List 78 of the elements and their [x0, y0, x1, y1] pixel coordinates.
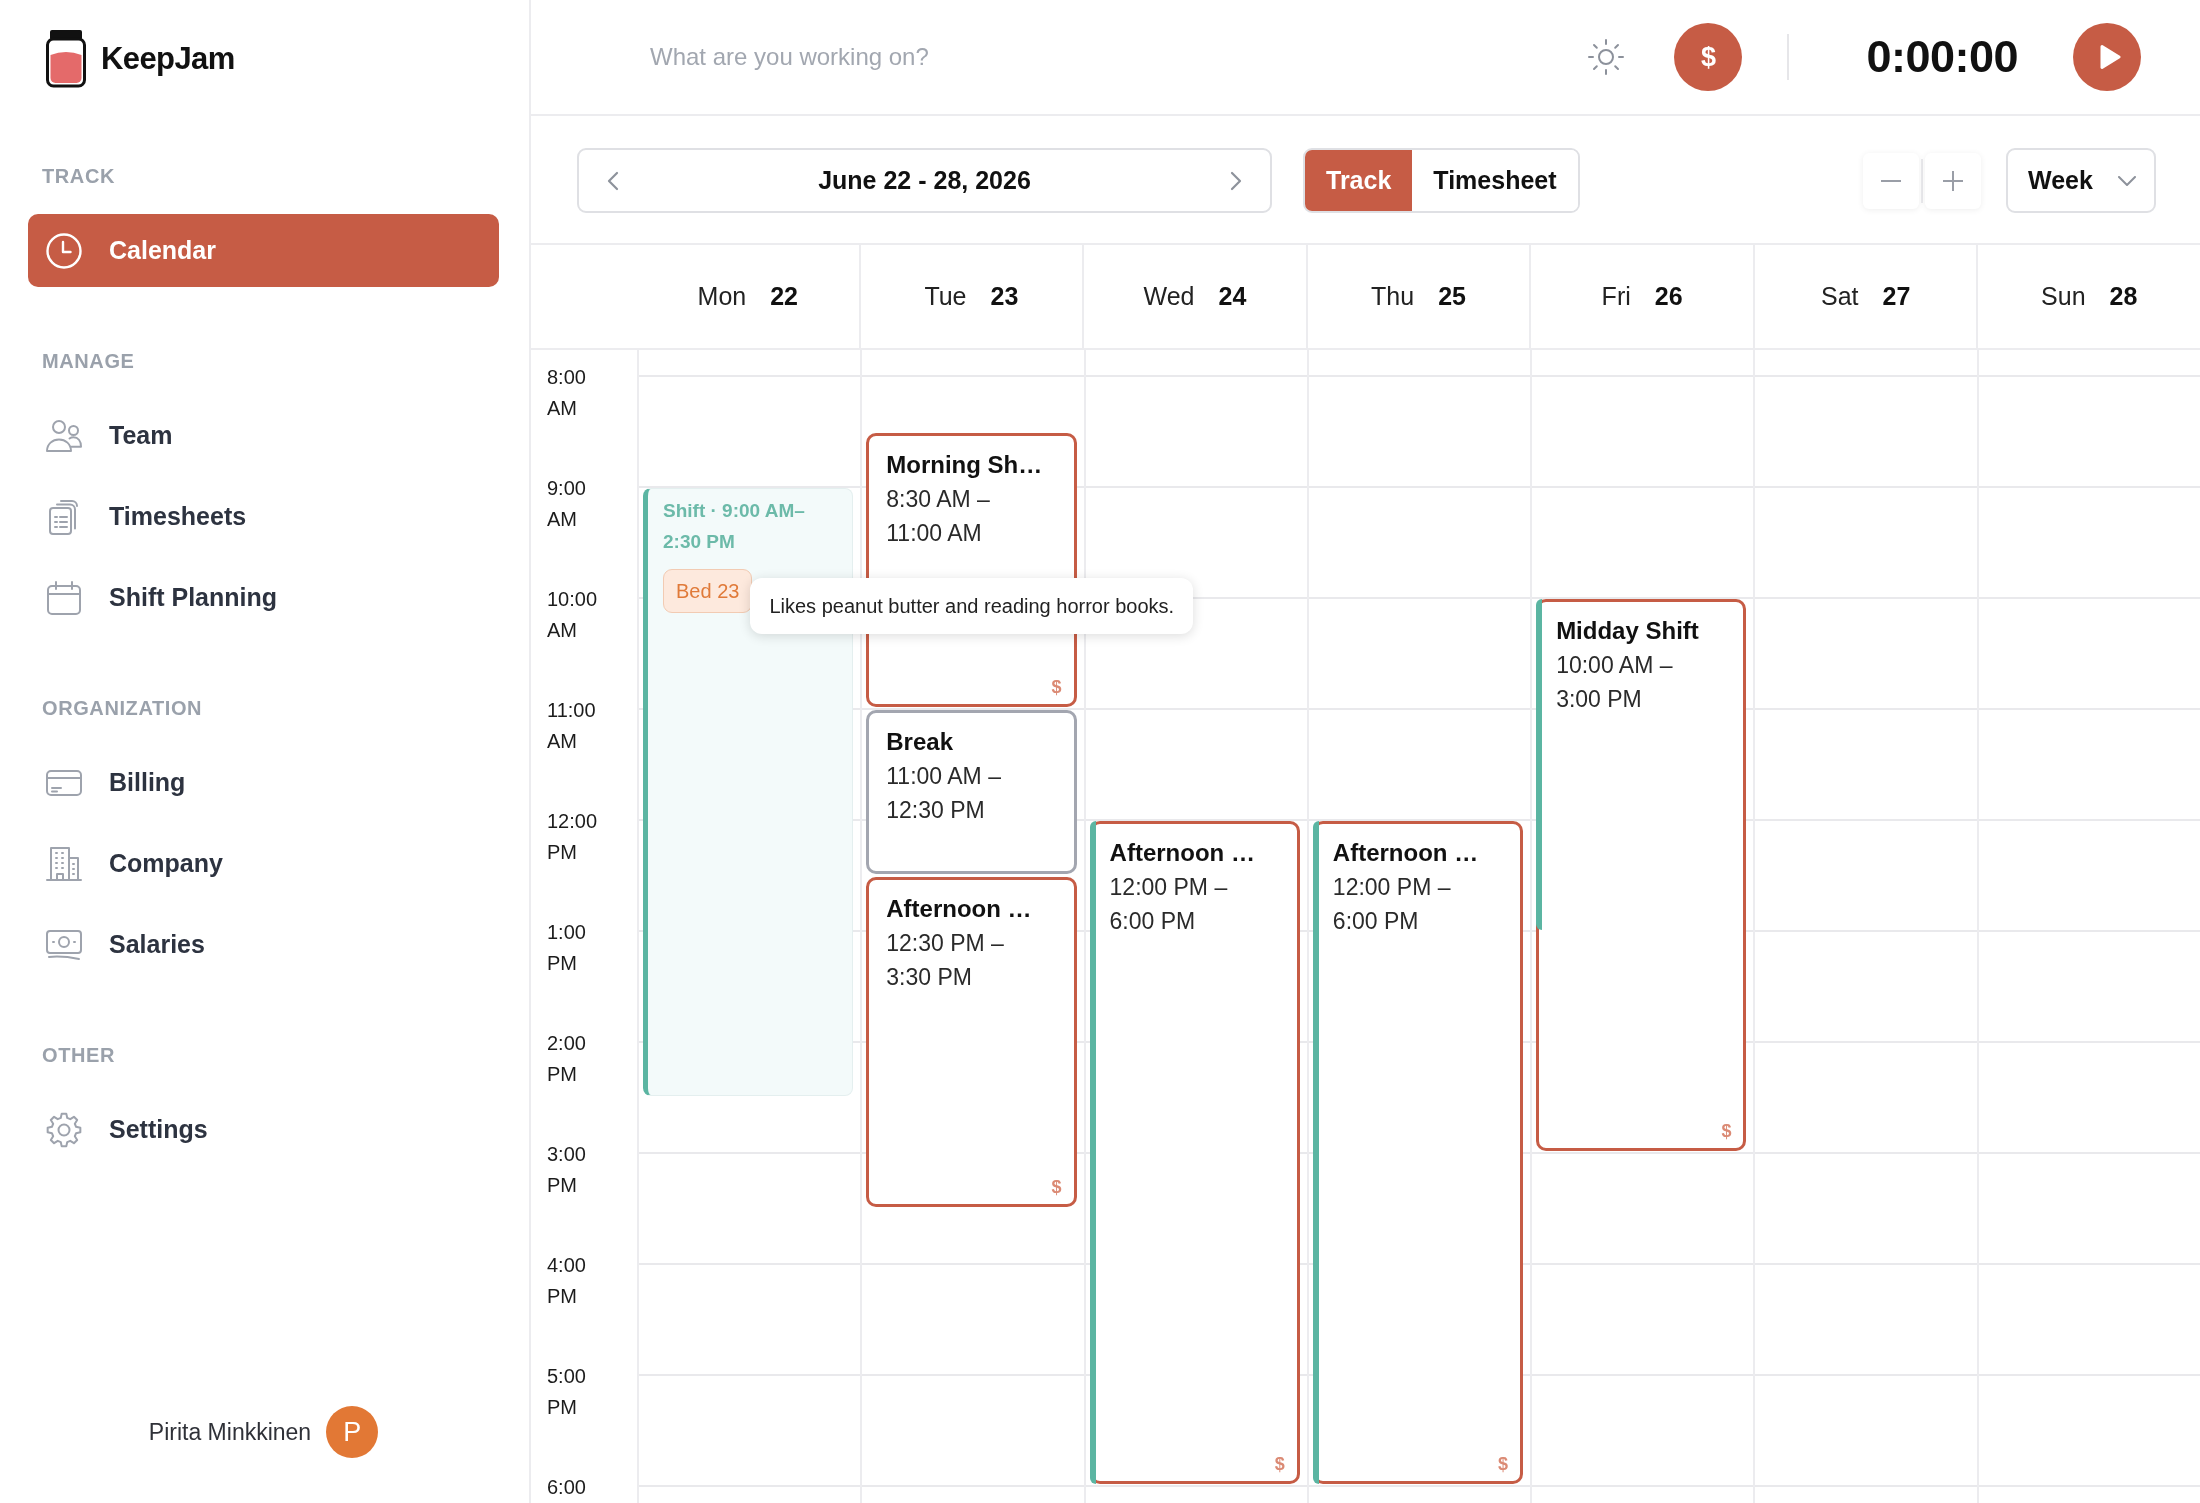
nav-item[interactable]: Settings — [28, 1093, 499, 1166]
entry-time: 12:00 PM – 6:00 PM — [1332, 873, 1452, 936]
day-date: 25 — [1438, 282, 1466, 311]
day-date: 23 — [990, 282, 1019, 311]
hour-label: 3:00 PM — [547, 1142, 587, 1198]
nav-item[interactable]: Team — [28, 399, 499, 472]
building-icon — [45, 844, 83, 883]
day-date: 28 — [2109, 282, 2138, 311]
chevron-right-icon — [1230, 170, 1242, 191]
entry-time: 11:00 AM – 12:30 PM — [886, 762, 1002, 825]
nav-item[interactable]: Shift Planning — [28, 561, 499, 634]
search-field[interactable]: What are you working on? — [650, 37, 1568, 77]
section-heading: OTHER — [42, 1043, 116, 1067]
entry-title: Midday Shift — [1556, 616, 1700, 646]
day-name: Thu — [1371, 282, 1415, 311]
hour-label: 11:00 AM — [547, 698, 597, 754]
section-heading: TRACK — [42, 164, 116, 188]
nav-item[interactable]: Billing — [28, 746, 499, 819]
entry-title: Morning Sh… — [886, 449, 1044, 480]
billable-mark: $ — [1721, 1121, 1732, 1142]
hour-label: 9:00 AM — [547, 476, 587, 532]
nav-item[interactable]: Calendar — [28, 214, 499, 287]
hour-label: 10:00 AM — [547, 587, 599, 643]
billable-mark: $ — [1498, 1454, 1509, 1475]
date-range-label: June 22 - 28, 2026 — [818, 166, 1031, 195]
timer-display: 0:00:00 — [1866, 31, 2018, 83]
day-name: Sat — [1821, 282, 1859, 311]
time-entry-card[interactable]: Afternoon … 12:30 PM – 3:30 PM $ — [866, 876, 1077, 1207]
entry-time: 10:00 AM – 3:00 PM — [1556, 651, 1674, 714]
billable-mark: $ — [1051, 677, 1062, 698]
entry-title: Afternoon … — [886, 893, 1033, 924]
hour-label: 5:00 PM — [547, 1364, 587, 1420]
chevron-down-icon — [2118, 175, 2136, 186]
time-entry-card[interactable]: Midday Shift 10:00 AM – 3:00 PM $ — [1536, 599, 1747, 1151]
time-entry-card[interactable]: Afternoon … 12:00 PM – 6:00 PM $ — [1312, 821, 1524, 1484]
day-name: Tue — [924, 282, 967, 311]
view-tab[interactable]: Track — [1305, 150, 1413, 211]
clock-icon — [45, 231, 83, 270]
day-name: Fri — [1601, 282, 1631, 311]
plus-icon — [1943, 170, 1963, 191]
day-name: Mon — [697, 282, 747, 311]
calendar-icon — [45, 578, 83, 617]
user-name: Pirita Minkkinen — [148, 1418, 312, 1446]
chevron-left-icon — [607, 170, 619, 191]
billable-mark: $ — [1274, 1454, 1285, 1475]
period-select[interactable]: Week — [2006, 148, 2156, 213]
hour-label: 12:00 PM — [547, 809, 599, 865]
minus-icon — [1881, 179, 1901, 182]
hour-label: 2:00 PM — [547, 1031, 587, 1087]
shift-label: Shift · 9:00 AM–2:30 PM — [663, 499, 806, 554]
break-card[interactable]: Break 11:00 AM – 12:30 PM — [866, 710, 1077, 874]
day-date: 26 — [1654, 282, 1683, 311]
nav-item[interactable]: Salaries — [28, 908, 499, 981]
play-icon — [2098, 44, 2121, 70]
section-heading: ORGANIZATION — [42, 696, 204, 720]
billable-mark: $ — [1051, 1176, 1062, 1198]
day-date: 27 — [1882, 282, 1911, 311]
day-name: Sun — [2041, 282, 2086, 311]
app-name: KeepJam — [101, 41, 235, 77]
jar-logo-icon — [45, 30, 87, 88]
entry-time: 12:30 PM – 3:30 PM — [886, 928, 1005, 992]
hour-label: 8:00 AM — [547, 365, 587, 421]
zoom-in-button[interactable] — [1925, 152, 1981, 209]
hour-label: 6:00 — [547, 1475, 586, 1500]
entry-title: Break — [886, 727, 954, 757]
day-name: Wed — [1143, 282, 1195, 311]
sun-icon[interactable] — [1587, 38, 1626, 76]
section-heading: MANAGE — [42, 349, 136, 373]
hour-label: 4:00 PM — [547, 1253, 587, 1309]
billable-button[interactable]: $ — [1674, 23, 1743, 91]
day-date: 24 — [1218, 282, 1247, 311]
day-date: 22 — [770, 282, 798, 311]
hour-label: 1:00 PM — [547, 920, 587, 976]
tooltip: Likes peanut butter and reading horror books. — [750, 578, 1194, 634]
gear-icon — [45, 1110, 83, 1149]
entry-title: Afternoon … — [1332, 838, 1480, 868]
nav-item[interactable]: Timesheets — [28, 480, 499, 553]
nav-item[interactable]: Company — [28, 827, 499, 900]
